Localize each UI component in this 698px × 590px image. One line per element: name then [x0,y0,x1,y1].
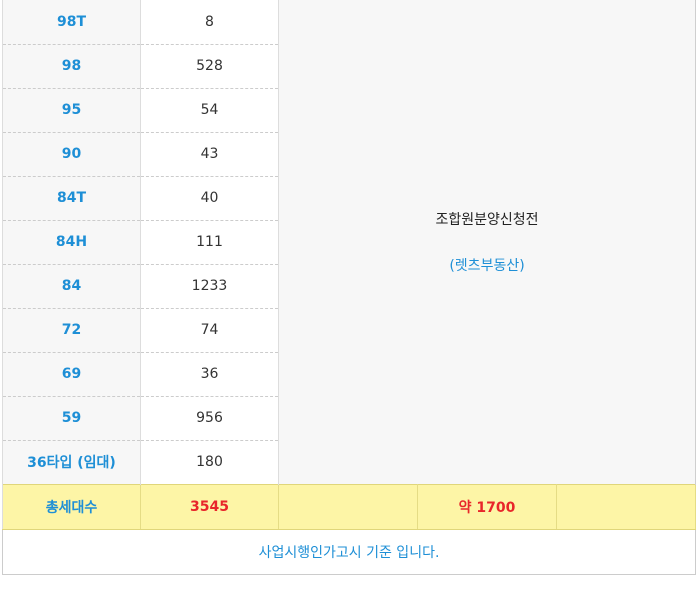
unit-type-cell: 98T [2,0,141,45]
unit-table: 98T 8 조합원분양신청전 (렛츠부동산) 98 528 95 54 90 4… [1,0,697,575]
unit-table-container: 98T 8 조합원분양신청전 (렛츠부동산) 98 528 95 54 90 4… [1,0,697,575]
unit-count-cell: 36 [140,352,279,397]
table-row: 98T 8 조합원분양신청전 (렛츠부동산) [2,0,697,484]
unit-type-cell: 84 [2,264,141,309]
total-empty-cell [556,483,697,530]
unit-count-cell: 54 [140,88,279,133]
note-source: (렛츠부동산) [449,257,525,274]
unit-count-cell: 180 [140,440,279,485]
unit-type-cell: 95 [2,88,141,133]
total-approx: 약 1700 [417,483,557,530]
total-empty-cell [278,483,418,530]
unit-count-cell: 528 [140,44,279,89]
note-cell: 조합원분양신청전 (렛츠부동산) [278,0,697,484]
footer-row: 사업시행인가고시 기준 입니다. [1,528,697,575]
unit-type-cell: 84T [2,176,141,221]
unit-count-cell: 111 [140,220,279,265]
unit-count-cell: 40 [140,176,279,221]
unit-count-cell: 956 [140,396,279,441]
unit-type-cell: 98 [2,44,141,89]
unit-type-cell: 90 [2,132,141,177]
total-label: 총세대수 [2,483,141,530]
unit-count-cell: 43 [140,132,279,177]
unit-type-cell: 69 [2,352,141,397]
total-row: 총세대수 3545 약 1700 [2,483,697,530]
unit-type-cell: 36타입 (임대) [2,440,141,485]
total-count: 3545 [140,483,279,530]
unit-type-cell: 59 [2,396,141,441]
unit-count-cell: 74 [140,308,279,353]
unit-count-cell: 8 [140,0,279,45]
unit-type-cell: 84H [2,220,141,265]
footer-note: 사업시행인가고시 기준 입니다. [1,528,697,575]
unit-type-cell: 72 [2,308,141,353]
note-title: 조합원분양신청전 [435,211,539,228]
unit-count-cell: 1233 [140,264,279,309]
